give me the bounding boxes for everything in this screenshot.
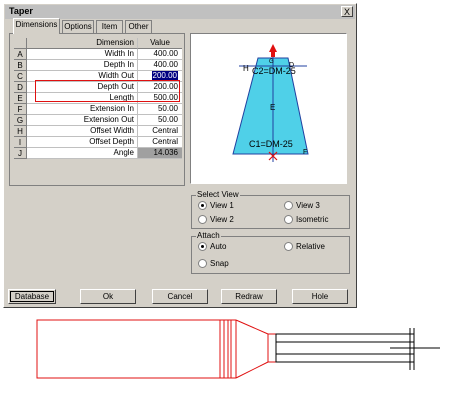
row-key: F — [14, 104, 27, 115]
label-f: F — [303, 149, 307, 156]
table-row[interactable]: B Depth In 400.00 — [14, 60, 182, 71]
dimension-value[interactable]: 50.00 — [138, 104, 182, 115]
dimension-value-readonly: 14.036 — [138, 148, 182, 159]
tab-label: Dimensions — [15, 20, 58, 29]
dimension-value[interactable]: 50.00 — [138, 115, 182, 126]
label-c1: C1=DM-25 — [249, 139, 293, 149]
tab-label: Item — [101, 22, 118, 31]
tab-label: Other — [128, 22, 149, 31]
radio-label-view-1: View 1 — [210, 201, 234, 210]
row-key: D — [14, 82, 27, 93]
dimension-name: Angle — [27, 148, 138, 159]
row-key: C — [14, 71, 27, 82]
row-key: G — [14, 115, 27, 126]
row-key: J — [14, 148, 27, 159]
ok-button[interactable]: Ok — [80, 289, 136, 304]
dimension-name: Extension In — [27, 104, 138, 115]
title-bar: Taper X — [5, 5, 355, 19]
radio-label-view-2: View 2 — [210, 215, 234, 224]
label-e: E — [270, 103, 275, 112]
radio-label-relative: Relative — [296, 242, 325, 251]
table-row[interactable]: F Extension In 50.00 — [14, 104, 182, 115]
radio-view-2[interactable] — [198, 215, 207, 224]
radio-label-auto: Auto — [210, 242, 227, 251]
radio-auto[interactable] — [198, 242, 207, 251]
radio-isometric[interactable] — [284, 215, 293, 224]
taper-diagram: H C2=DM-25 G D E C1=DM-25 F — [232, 44, 309, 162]
table-row[interactable]: H Offset Width Central — [14, 126, 182, 137]
attach-label: Attach — [196, 231, 221, 240]
dimension-value[interactable]: Central — [138, 137, 182, 148]
label-h: H — [243, 64, 249, 73]
pipe-drawing — [36, 319, 440, 379]
taper-line-bottom — [235, 361, 269, 379]
dimension-name: Depth In — [27, 60, 138, 71]
redraw-button[interactable]: Redraw — [221, 289, 277, 304]
database-button[interactable]: Database — [8, 289, 56, 304]
radio-relative[interactable] — [284, 242, 293, 251]
dimension-value[interactable]: 400.00 — [138, 49, 182, 60]
close-button[interactable]: X — [341, 6, 353, 17]
taper-line-top — [235, 319, 269, 335]
table-row[interactable]: I Offset Depth Central — [14, 137, 182, 148]
label-d: D — [289, 62, 294, 69]
radio-view-1[interactable] — [198, 201, 207, 210]
row-key: A — [14, 49, 27, 60]
top-marker — [269, 44, 277, 52]
taper-preview: H C2=DM-25 G D E C1=DM-25 F — [190, 33, 347, 184]
header-dimension: Dimension — [27, 38, 138, 49]
taper-collar — [267, 333, 277, 363]
tab-item[interactable]: Item — [96, 20, 123, 33]
selected-text: 200.00 — [151, 71, 178, 80]
corner-cell — [14, 38, 27, 49]
dimension-name: Extension Out — [27, 115, 138, 126]
cancel-button[interactable]: Cancel — [152, 289, 208, 304]
hole-button[interactable]: Hole — [292, 289, 348, 304]
table-row[interactable]: J Angle 14.036 — [14, 148, 182, 159]
top-marker-stem — [271, 51, 275, 57]
radio-label-view-3: View 3 — [296, 201, 320, 210]
highlight-box — [35, 80, 180, 102]
row-key: H — [14, 126, 27, 137]
tab-options[interactable]: Options — [62, 20, 94, 33]
radio-label-isometric: Isometric — [296, 215, 329, 224]
header-value: Value — [138, 38, 182, 49]
dimension-value[interactable]: 400.00 — [138, 60, 182, 71]
dimension-value[interactable]: Central — [138, 126, 182, 137]
window-title: Taper — [9, 6, 33, 16]
pipe-body — [36, 319, 221, 379]
table-row[interactable]: A Width In 400.00 — [14, 49, 182, 60]
table-row[interactable]: G Extension Out 50.00 — [14, 115, 182, 126]
table-header: Dimension Value — [14, 38, 182, 49]
tab-other[interactable]: Other — [125, 20, 152, 33]
label-g: G — [269, 59, 274, 65]
dimension-name: Offset Width — [27, 126, 138, 137]
close-icon: X — [343, 7, 350, 17]
dimension-name: Offset Depth — [27, 137, 138, 148]
select-view-label: Select View — [196, 190, 240, 199]
radio-snap[interactable] — [198, 259, 207, 268]
tab-label: Options — [64, 22, 92, 31]
row-key: I — [14, 137, 27, 148]
row-key: B — [14, 60, 27, 71]
radio-label-snap: Snap — [210, 259, 229, 268]
radio-view-3[interactable] — [284, 201, 293, 210]
dimension-name: Width In — [27, 49, 138, 60]
row-key: E — [14, 93, 27, 104]
tab-dimensions[interactable]: Dimensions — [13, 18, 60, 34]
